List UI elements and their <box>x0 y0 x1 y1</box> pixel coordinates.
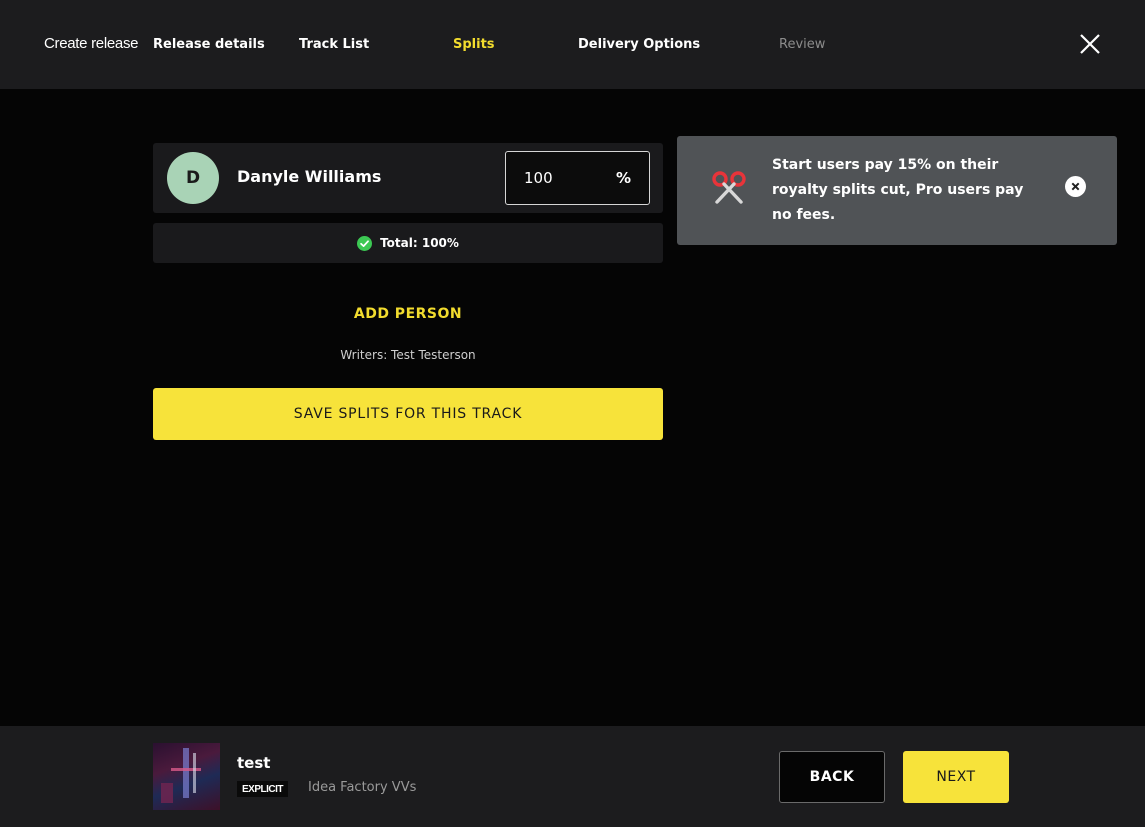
info-panel: Start users pay 15% on their royalty spl… <box>677 136 1117 245</box>
artist-name: Idea Factory VVs <box>308 780 417 795</box>
track-title: test <box>237 754 271 772</box>
writers-text: Writers: Test Testerson <box>340 348 476 362</box>
next-button[interactable]: NEXT <box>903 751 1009 803</box>
footer-bar: test EXPLICIT Idea Factory VVs BACK NEXT <box>0 726 1145 827</box>
total-text: Total: 100% <box>380 236 459 250</box>
add-person-button[interactable]: ADD PERSON <box>153 306 663 322</box>
page-title: Create release <box>44 35 139 52</box>
split-percent-field[interactable]: % <box>505 151 650 205</box>
check-circle-icon <box>357 235 373 251</box>
step-delivery-options[interactable]: Delivery Options <box>578 37 700 52</box>
percent-sign: % <box>615 169 631 187</box>
split-percent-input[interactable] <box>524 169 594 187</box>
info-text: Start users pay 15% on their royalty spl… <box>772 157 1024 223</box>
back-button[interactable]: BACK <box>779 751 885 803</box>
total-row: Total: 100% <box>153 223 663 263</box>
explicit-badge: EXPLICIT <box>237 781 289 797</box>
step-splits[interactable]: Splits <box>453 37 495 52</box>
close-icon[interactable] <box>1078 32 1102 56</box>
split-person-row: D Danyle Williams % <box>153 143 663 213</box>
avatar: D <box>167 152 219 204</box>
top-bar: Create release Release details Track Lis… <box>0 0 1145 89</box>
step-track-list[interactable]: Track List <box>299 37 369 52</box>
person-name: Danyle Williams <box>237 167 382 186</box>
release-cover-image <box>153 743 220 810</box>
step-release-details[interactable]: Release details <box>153 37 265 52</box>
step-review: Review <box>779 37 826 52</box>
save-splits-button[interactable]: SAVE SPLITS FOR THIS TRACK <box>153 388 663 440</box>
scissors-icon <box>712 171 746 204</box>
info-close-icon[interactable] <box>1065 176 1086 197</box>
